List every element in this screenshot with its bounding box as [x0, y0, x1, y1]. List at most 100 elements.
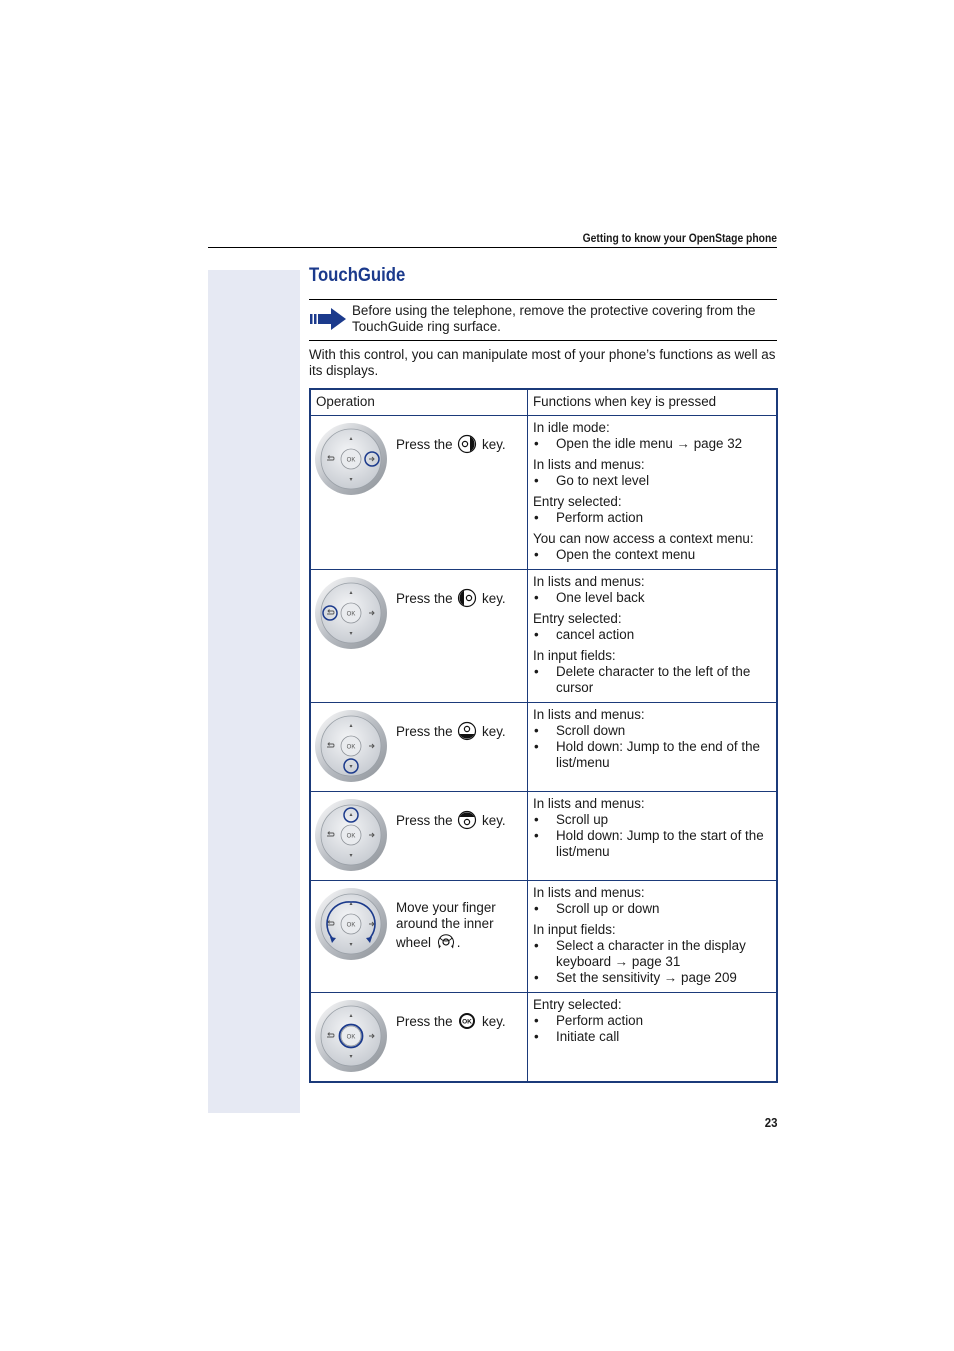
function-item: Perform action [533, 1013, 771, 1029]
ok-key-icon: OK [459, 1012, 476, 1029]
arrow-right-icon [310, 308, 346, 330]
operation-text: Press the key. [396, 721, 524, 741]
functions-cell: In lists and menus:Scroll up or down In i… [527, 879, 778, 993]
function-group-title: In lists and menus: [533, 795, 645, 811]
operation-text-before: Press the [396, 723, 453, 739]
operation-text: Press the key. [396, 588, 524, 608]
ok-label: OK [347, 611, 356, 617]
operation-text: Press the key. [396, 434, 524, 454]
function-item: Set the sensitivity → page 209 [533, 970, 771, 986]
functions-cell: Entry selected:Perform actionInitiate ca… [527, 991, 778, 1082]
page-number: 23 [764, 1115, 777, 1130]
function-item: Perform action [533, 510, 771, 526]
sidebar-band [208, 270, 300, 1113]
function-group-title: You can now access a context menu: [533, 530, 754, 546]
operation-text-before: Press the [396, 436, 453, 452]
function-item: Select a character in the display keyboa… [533, 938, 771, 970]
function-group: Entry selected:cancel action [533, 611, 771, 643]
function-item: Scroll up or down [533, 901, 771, 917]
table-row: OK Press the key. In lists and menus:Scrol… [309, 790, 778, 881]
ok-label: OK [347, 1034, 356, 1040]
operation-cell: OK Press the key. [309, 568, 528, 703]
function-group: In lists and menus:Scroll up or down [533, 885, 771, 917]
table-row: OKPress the OK key.Entry selected:Perfor… [309, 991, 778, 1082]
operation-text-after: . [456, 934, 461, 950]
operation-text: Press the OK key. [396, 1011, 524, 1031]
functions-cell: In lists and menus:Scroll downHold down:… [527, 701, 778, 792]
operation-text-after: key. [482, 812, 506, 828]
table-row: OKPress the key.In lists and menus:One l… [309, 568, 778, 703]
intro-text: With this control, you can manipulate mo… [309, 347, 776, 378]
function-group: In lists and menus:One level back [533, 574, 771, 606]
page-title: TouchGuide [309, 265, 406, 286]
inner-wheel-icon [437, 933, 454, 948]
up-key-icon [458, 810, 477, 829]
function-group-title: Entry selected: [533, 996, 622, 1012]
function-item: Scroll down [533, 723, 771, 739]
touchguide-wheel-illustration: OK [315, 798, 387, 871]
table-row: OK Press the key. In idle mode:Open the id… [309, 414, 778, 570]
operation-cell: OK Press the OK key. [309, 991, 528, 1082]
operation-cell: OK Press the key. [309, 790, 528, 881]
operation-text: Press the key. [396, 810, 524, 830]
touchguide-wheel-illustration: OK [315, 709, 387, 782]
operation-text-after: key. [482, 590, 506, 606]
ok-label: OK [347, 744, 356, 750]
function-item: Go to next level [533, 473, 771, 489]
function-group: In idle mode:Open the idle menu → page 3… [533, 420, 771, 452]
ok-label: OK [347, 922, 356, 928]
function-group-title: In lists and menus: [533, 884, 645, 900]
function-group: Entry selected:Perform actionInitiate ca… [533, 997, 771, 1045]
function-group: In lists and menus:Scroll downHold down:… [533, 707, 771, 771]
right-key-icon [458, 434, 477, 453]
function-item: Scroll up [533, 812, 771, 828]
function-item: Initiate call [533, 1029, 771, 1045]
touchguide-wheel-illustration: OK [315, 887, 387, 960]
left-key-icon [458, 588, 477, 607]
function-group: Entry selected:Perform action [533, 494, 771, 526]
function-group: In lists and menus:Scroll upHold down: J… [533, 796, 771, 860]
function-group: In input fields:Select a character in th… [533, 922, 771, 986]
operation-text: Move your finger around the inner wheel … [396, 900, 524, 952]
function-group-title: In input fields: [533, 647, 616, 663]
function-group: You can now access a context menu:Open t… [533, 531, 771, 563]
table-row: OK Press the key. In lists and menus:Scrol… [309, 701, 778, 792]
operation-text-after: key. [482, 1013, 506, 1029]
table-row: OK Move your finger around the inner whee… [309, 879, 778, 993]
operation-text-after: key. [482, 723, 506, 739]
function-group-title: In lists and menus: [533, 456, 645, 472]
function-item: Hold down: Jump to the start of the list… [533, 828, 771, 860]
header-divider [208, 247, 777, 248]
function-item: One level back [533, 590, 771, 606]
note-text: Before using the telephone, remove the p… [352, 303, 756, 334]
touchguide-wheel-illustration: OK [315, 576, 387, 649]
svg-text:OK: OK [462, 1018, 472, 1025]
function-group-title: In lists and menus: [533, 706, 645, 722]
functions-cell: In idle mode:Open the idle menu → page 3… [527, 414, 778, 570]
functions-cell: In lists and menus:Scroll upHold down: J… [527, 790, 778, 881]
operation-text-before: Press the [396, 1013, 453, 1029]
column-header-operation: Operation [309, 388, 528, 416]
down-key-icon [458, 721, 477, 740]
table-header-row: Operation Functions when key is pressed [309, 388, 778, 416]
running-header: Getting to know your OpenStage phone [582, 231, 777, 245]
function-group-title: In input fields: [533, 921, 616, 937]
functions-cell: In lists and menus:One level back Entry s… [527, 568, 778, 703]
function-item: Delete character to the left of the curs… [533, 664, 771, 696]
function-item: cancel action [533, 627, 771, 643]
operation-text-after: key. [482, 436, 506, 452]
function-item: Open the context menu [533, 547, 771, 563]
function-group-title: Entry selected: [533, 610, 622, 626]
touchguide-wheel-illustration: OK [315, 999, 387, 1072]
function-group: In lists and menus:Go to next level [533, 457, 771, 489]
operation-cell: OK Press the key. [309, 414, 528, 570]
touchguide-table: Operation Functions when key is pressed … [309, 388, 778, 1083]
function-group: In input fields:Delete character to the … [533, 648, 771, 696]
operation-cell: OK Move your finger around the inner whee… [309, 879, 528, 993]
function-group-title: In idle mode: [533, 419, 610, 435]
function-item: Open the idle menu → page 32 [533, 436, 771, 452]
function-group-title: Entry selected: [533, 493, 622, 509]
ok-label: OK [347, 457, 356, 463]
ok-label: OK [347, 833, 356, 839]
function-item: Hold down: Jump to the end of the list/m… [533, 739, 771, 771]
